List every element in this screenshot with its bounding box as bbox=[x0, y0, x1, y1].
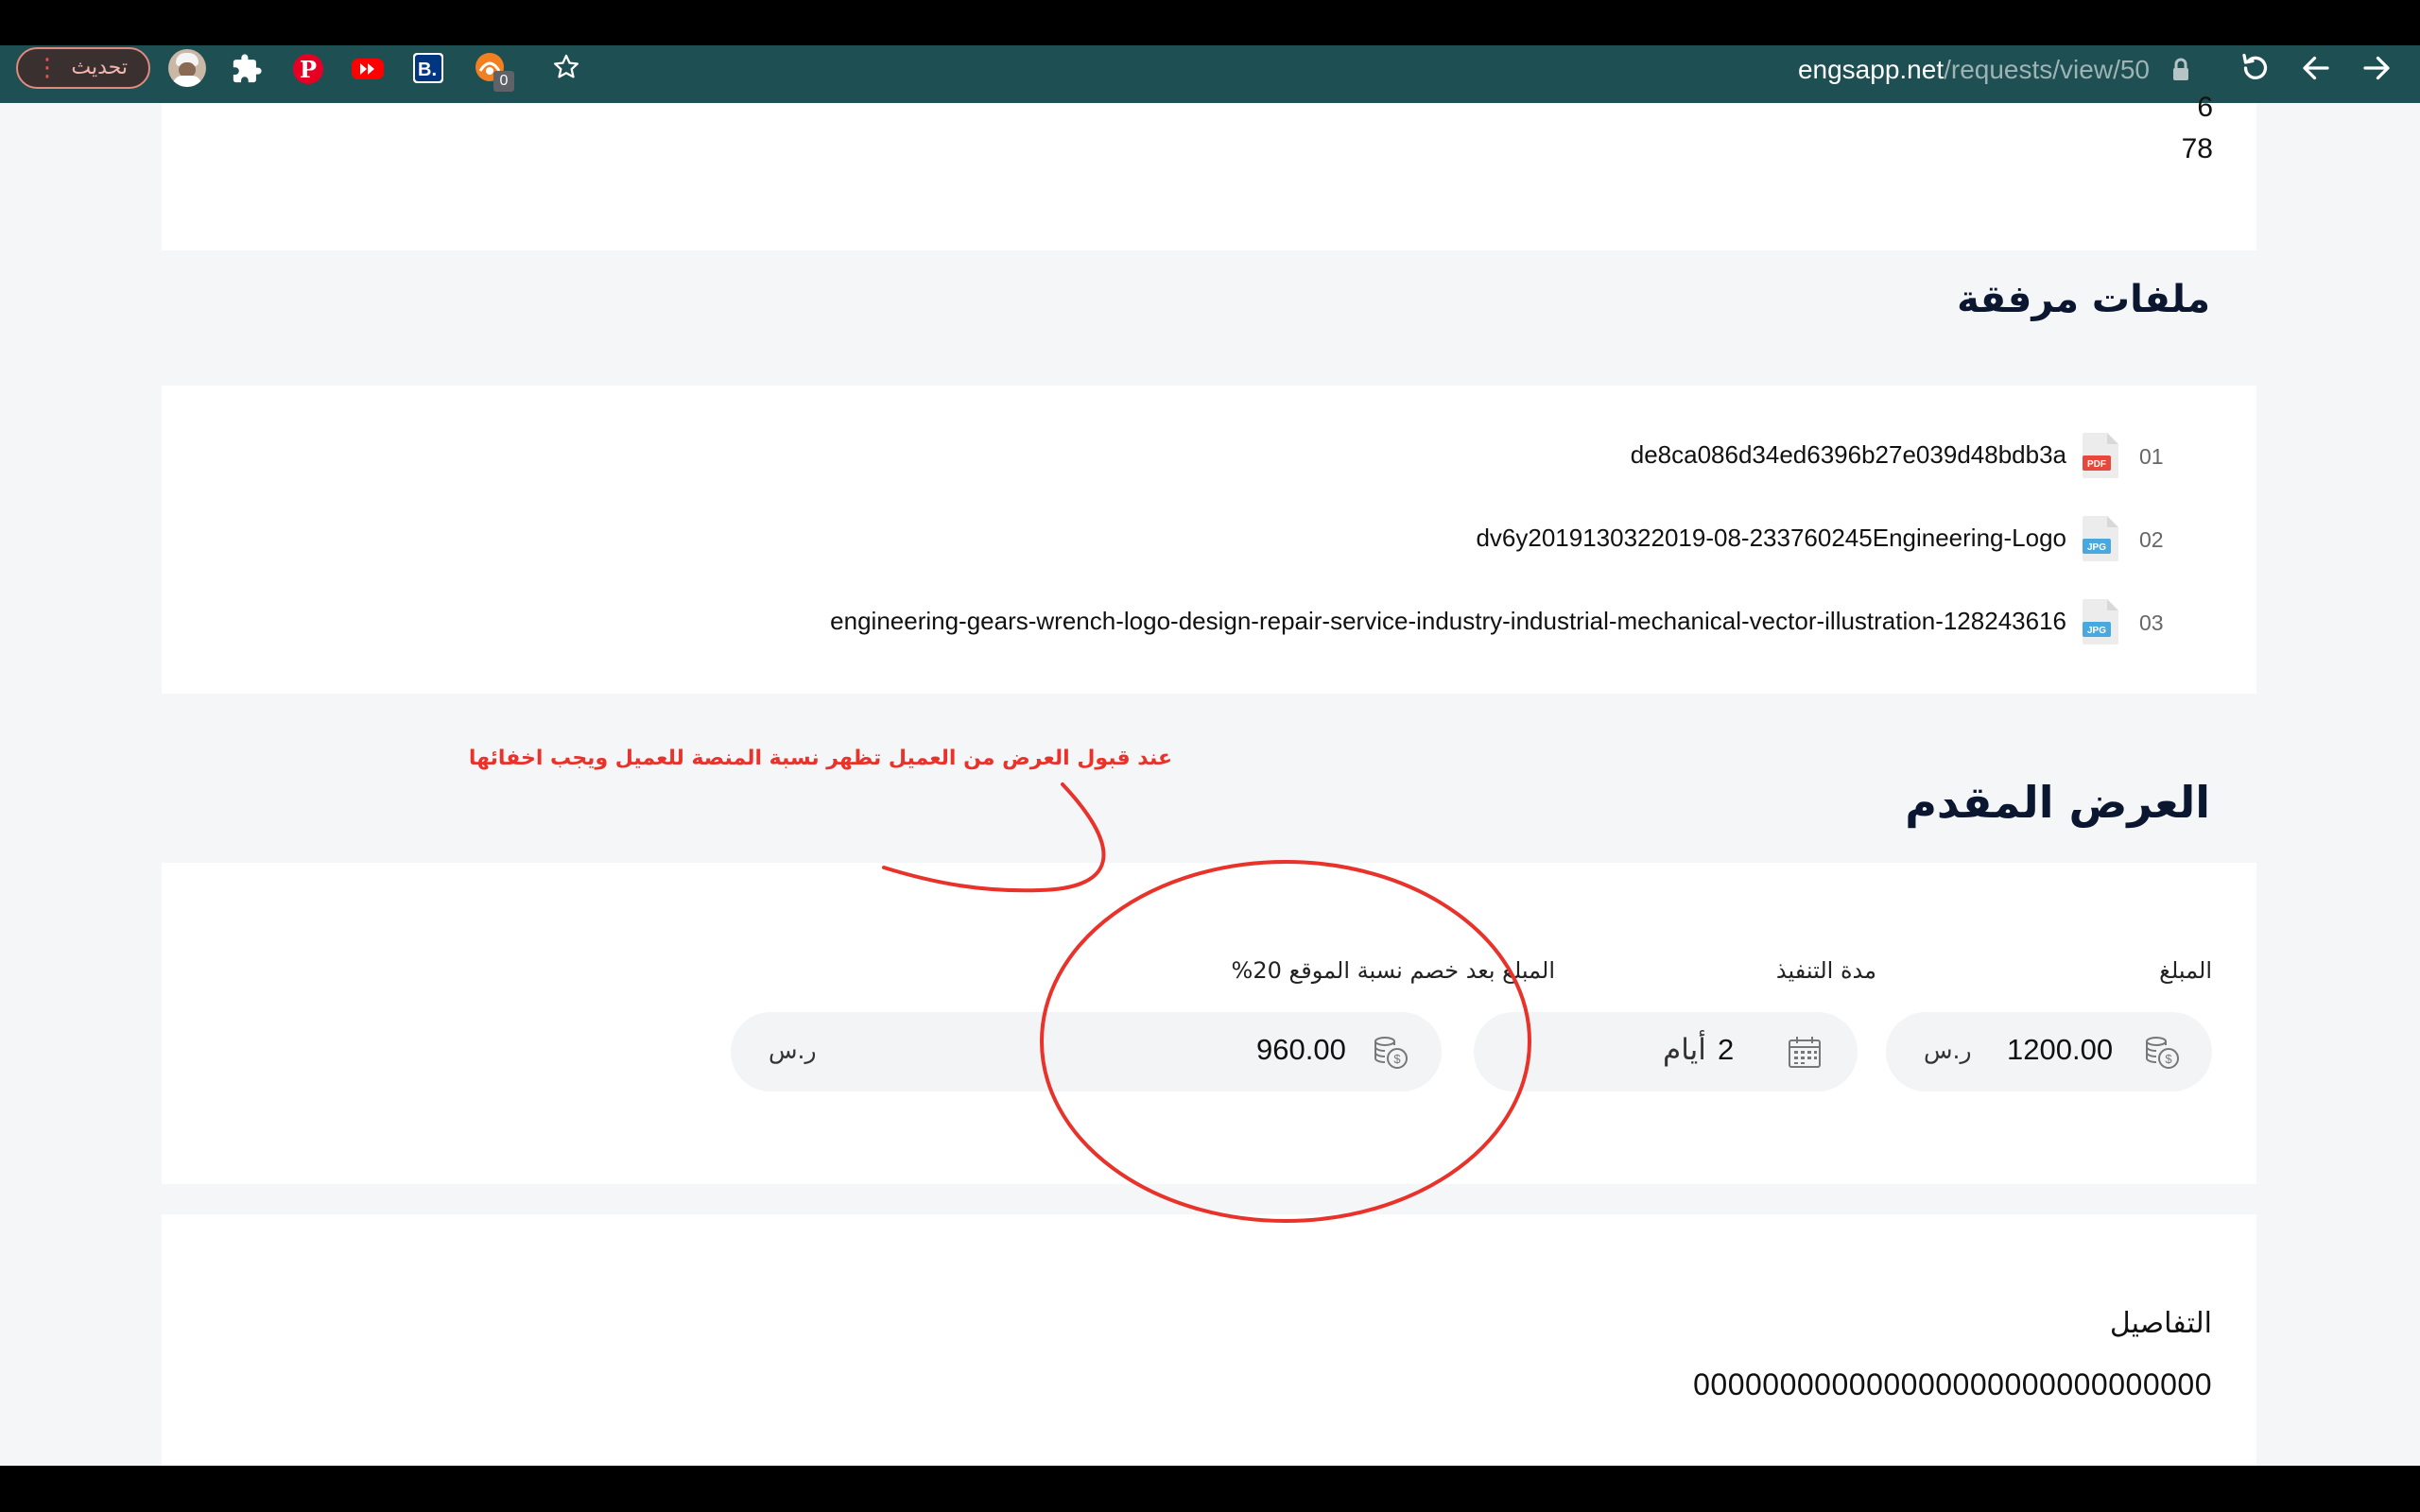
coins-icon: $ bbox=[1372, 1033, 1411, 1076]
amount-currency: ر.س bbox=[1924, 1037, 1972, 1064]
attachment-number: 03 bbox=[2139, 610, 2164, 635]
attachment-link[interactable]: engineering-gears-wrench-logo-design-rep… bbox=[830, 607, 2066, 636]
attachment-link[interactable]: dv6y2019130322019-08-233760245Engineerin… bbox=[1476, 524, 2066, 553]
lock-icon[interactable] bbox=[2169, 57, 2193, 83]
attachments-heading: ملفات مرفقة bbox=[1957, 278, 2210, 321]
net-amount-currency: ر.س bbox=[769, 1037, 817, 1064]
forward-arrow-icon[interactable] bbox=[2360, 51, 2394, 85]
partial-value-line2: 78 bbox=[2181, 133, 2213, 164]
amount-label: المبلغ bbox=[2159, 957, 2212, 984]
duration-field[interactable]: 2 أيام bbox=[1474, 1012, 1858, 1091]
attachment-row[interactable]: 01 PDF de8ca086d34ed6396b27e039d48bdb3a bbox=[162, 429, 2256, 486]
back-arrow-icon[interactable] bbox=[2299, 51, 2333, 85]
attachments-card: 01 PDF de8ca086d34ed6396b27e039d48bdb3a … bbox=[162, 386, 2256, 694]
svg-text:$: $ bbox=[2165, 1052, 2172, 1066]
details-text: 000000000000000000000000000000 bbox=[1693, 1367, 2212, 1401]
partial-value-line1: 6 bbox=[2197, 92, 2213, 123]
details-heading: التفاصيل bbox=[2109, 1307, 2212, 1340]
pinterest-extension-icon[interactable]: P bbox=[291, 52, 325, 86]
jpg-file-icon: JPG bbox=[2081, 597, 2120, 646]
offer-heading: العرض المقدم bbox=[1905, 777, 2210, 828]
avatar[interactable] bbox=[168, 49, 206, 87]
details-card: التفاصيل 000000000000000000000000000000 bbox=[162, 1214, 2256, 1466]
url-path: /requests/view/50 bbox=[1944, 55, 2150, 84]
attachment-number: 01 bbox=[2139, 444, 2164, 469]
bottom-black-bar bbox=[0, 1466, 2420, 1512]
duration-label: مدة التنفيذ bbox=[1775, 957, 1876, 984]
svg-text:PDF: PDF bbox=[2087, 459, 2106, 470]
update-label: تحديث bbox=[71, 56, 128, 79]
svg-text:P: P bbox=[300, 56, 317, 83]
net-amount-value: 960.00 bbox=[1256, 1033, 1346, 1066]
extensions-puzzle-icon[interactable] bbox=[231, 53, 263, 85]
calendar-icon bbox=[1786, 1033, 1824, 1074]
offer-card: المبلغ مدة التنفيذ المبلغ بعد خصم نسبة ا… bbox=[162, 863, 2256, 1184]
pdf-file-icon: PDF bbox=[2081, 431, 2120, 480]
address-bar[interactable]: engsapp.net/requests/view/50 bbox=[1692, 51, 2150, 89]
duration-value: 2 bbox=[1718, 1033, 1735, 1066]
attachment-row[interactable]: 02 JPG dv6y2019130322019-08-233760245Eng… bbox=[162, 512, 2256, 569]
annotation-note: عند قبول العرض من العميل تظهر نسبة المنص… bbox=[468, 747, 1172, 770]
net-amount-label: المبلغ بعد خصم نسبة الموقع 20% bbox=[1231, 957, 1556, 984]
attachment-link[interactable]: de8ca086d34ed6396b27e039d48bdb3a bbox=[1631, 440, 2066, 470]
previous-section-card: 6 78 bbox=[162, 92, 2256, 250]
more-vert-icon: ⋮ bbox=[35, 54, 60, 82]
duration-unit: أيام bbox=[1663, 1033, 1706, 1067]
bookmark-star-icon[interactable] bbox=[550, 51, 582, 83]
youtube-extension-icon[interactable] bbox=[350, 55, 386, 83]
svg-text:JPG: JPG bbox=[2087, 626, 2106, 636]
extension-badge: 0 bbox=[493, 71, 514, 92]
jpg-file-icon: JPG bbox=[2081, 514, 2120, 563]
top-black-bar bbox=[0, 0, 2420, 45]
url-host: engsapp.net bbox=[1797, 55, 1945, 84]
amount-value: 1200.00 bbox=[2007, 1033, 2114, 1066]
svg-text:$: $ bbox=[1393, 1052, 1401, 1066]
attachment-number: 02 bbox=[2139, 527, 2164, 552]
reload-icon[interactable] bbox=[2238, 51, 2273, 85]
attachment-row[interactable]: 03 JPG engineering-gears-wrench-logo-des… bbox=[162, 595, 2256, 652]
coins-icon: $ bbox=[2143, 1033, 2183, 1076]
update-button[interactable]: ⋮ تحديث bbox=[16, 47, 150, 89]
amount-field[interactable]: $ 1200.00 ر.س bbox=[1886, 1012, 2212, 1091]
orange-extension-icon[interactable]: 0 bbox=[473, 50, 518, 94]
svg-text:B.: B. bbox=[418, 60, 437, 80]
svg-text:JPG: JPG bbox=[2087, 542, 2106, 553]
booking-extension-icon[interactable]: B. bbox=[412, 52, 444, 84]
net-amount-field[interactable]: $ 960.00 ر.س bbox=[731, 1012, 1442, 1091]
